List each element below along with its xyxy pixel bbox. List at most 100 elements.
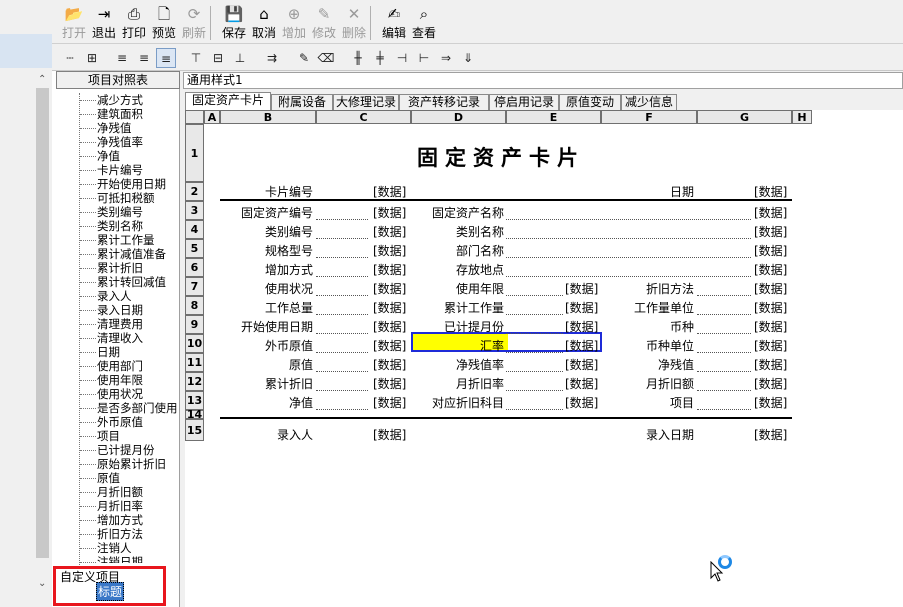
row-header[interactable]: 8 [185, 296, 204, 315]
tree-item[interactable]: 累计工作量 [97, 233, 180, 247]
row-header[interactable]: 12 [185, 372, 204, 391]
toolbar-button-7[interactable]: ⊕ 增加 [278, 4, 310, 42]
tree-item[interactable]: 清理费用 [97, 317, 180, 331]
tree-item[interactable]: 录入日期 [97, 303, 180, 317]
toolbar-button-2[interactable]: ⎙ 打印 [118, 4, 150, 42]
tree-item[interactable]: 项目 [97, 429, 180, 443]
tab-0[interactable]: 固定资产卡片 [185, 92, 271, 111]
tree-item[interactable]: 月折旧率 [97, 499, 180, 513]
wrap-text-icon[interactable]: ⇉ [262, 48, 282, 68]
column-header[interactable]: D [411, 110, 506, 124]
tree-item[interactable]: 是否多部门使用 [97, 401, 180, 415]
column-header[interactable]: B [220, 110, 316, 124]
row-header[interactable]: 3 [185, 201, 204, 220]
tree-item[interactable]: 使用部门 [97, 359, 180, 373]
tree-item[interactable]: 使用状况 [97, 387, 180, 401]
toolbar-button-8[interactable]: ✎ 修改 [308, 4, 340, 42]
tab-1[interactable]: 附属设备 [271, 94, 333, 111]
tree-item[interactable]: 录入人 [97, 289, 180, 303]
valign-middle-icon[interactable]: ⊟ [208, 48, 228, 68]
tree-item[interactable]: 累计转回减值 [97, 275, 180, 289]
style-name-field[interactable]: 通用样式1 [183, 72, 903, 89]
row-header[interactable]: 14 [185, 408, 204, 421]
tree-item[interactable]: 折旧方法 [97, 527, 180, 541]
tree-item[interactable]: 清理收入 [97, 331, 180, 345]
column-header[interactable]: A [204, 110, 220, 124]
tree-item[interactable]: 类别名称 [97, 219, 180, 233]
row-header[interactable]: 10 [185, 334, 204, 353]
tree-item[interactable]: 建筑面积 [97, 107, 180, 121]
field-underline [506, 257, 751, 258]
field-label-b: 开始使用日期 [240, 320, 313, 334]
scroll-down-icon[interactable]: ⌄ [38, 578, 46, 589]
column-header[interactable]: C [316, 110, 411, 124]
toolbar-button-0[interactable]: 📂 打开 [58, 4, 90, 42]
row-header[interactable]: 4 [185, 220, 204, 239]
tree-item[interactable]: 增加方式 [97, 513, 180, 527]
tree-item[interactable]: 净残值率 [97, 135, 180, 149]
outer-left-scroll-thumb[interactable] [36, 88, 49, 558]
tab-5[interactable]: 原值变动 [559, 94, 621, 111]
tree-item[interactable]: 开始使用日期 [97, 177, 180, 191]
tree-item[interactable]: 减少方式 [97, 93, 180, 107]
border-dotted-icon[interactable]: ┄ [60, 48, 80, 68]
insert-row-icon[interactable]: ╪ [370, 48, 390, 68]
toolbar-button-1[interactable]: ⇥ 退出 [88, 4, 120, 42]
toolbar-button-9[interactable]: ✕ 删除 [338, 4, 370, 42]
tab-6[interactable]: 减少信息 [621, 94, 677, 111]
move-right-icon[interactable]: ⇒ [436, 48, 456, 68]
move-down-icon[interactable]: ⇓ [458, 48, 478, 68]
tree-item[interactable]: 累计折旧 [97, 261, 180, 275]
align-right-icon[interactable]: ≡ [156, 48, 176, 68]
row-header[interactable]: 6 [185, 258, 204, 277]
red-highlight-box [53, 566, 166, 606]
tree-item[interactable]: 外币原值 [97, 415, 180, 429]
row-header[interactable]: 1 [185, 124, 204, 182]
column-header[interactable]: G [697, 110, 792, 124]
pen-icon[interactable]: ✎ [294, 48, 314, 68]
tree-item[interactable]: 已计提月份 [97, 443, 180, 457]
align-left-icon[interactable]: ≡ [112, 48, 132, 68]
tree-item[interactable]: 累计减值准备 [97, 247, 180, 261]
grid-icon[interactable]: ⊞ [82, 48, 102, 68]
tree-item[interactable]: 使用年限 [97, 373, 180, 387]
merge-cell-icon[interactable]: ⊢ [414, 48, 434, 68]
split-cell-icon[interactable]: ⊣ [392, 48, 412, 68]
tree-item[interactable]: 原始累计折旧 [97, 457, 180, 471]
tree-item[interactable]: 可抵扣税额 [97, 191, 180, 205]
toolbar-button-5[interactable]: 💾 保存 [218, 4, 250, 42]
tree-item[interactable]: 类别编号 [97, 205, 180, 219]
toolbar-button-3[interactable]: 🗋 预览 [148, 4, 180, 42]
column-header[interactable]: H [792, 110, 812, 124]
tab-2[interactable]: 大修理记录 [333, 94, 399, 111]
tree-item[interactable]: 注销日期 [97, 555, 180, 563]
tree-item[interactable]: 卡片编号 [97, 163, 180, 177]
row-header[interactable]: 9 [185, 315, 204, 334]
tree-item[interactable]: 日期 [97, 345, 180, 359]
toolbar-button-11[interactable]: ⌕ 查看 [408, 4, 440, 42]
insert-column-icon[interactable]: ╫ [348, 48, 368, 68]
valign-bottom-icon[interactable]: ⊥ [230, 48, 250, 68]
row-header[interactable]: 2 [185, 182, 204, 201]
tree-item[interactable]: 净值 [97, 149, 180, 163]
column-header[interactable]: E [506, 110, 601, 124]
row-header[interactable]: 5 [185, 239, 204, 258]
scroll-up-icon[interactable]: ⌃ [38, 74, 46, 85]
eraser-icon[interactable]: ⌫ [316, 48, 336, 68]
toolbar-button-6[interactable]: ⌂ 取消 [248, 4, 280, 42]
card-number-label: 卡片编号 [264, 185, 313, 199]
tab-3[interactable]: 资产转移记录 [399, 94, 489, 111]
row-header[interactable]: 11 [185, 353, 204, 372]
row-header[interactable]: 15 [185, 419, 204, 441]
tree-item[interactable]: 注销人 [97, 541, 180, 555]
toolbar-button-4[interactable]: ⟳ 刷新 [178, 4, 210, 42]
valign-top-icon[interactable]: ⊤ [186, 48, 206, 68]
tree-item[interactable]: 月折旧额 [97, 485, 180, 499]
align-center-icon[interactable]: ≡ [134, 48, 154, 68]
row-header[interactable]: 7 [185, 277, 204, 296]
tree-item[interactable]: 原值 [97, 471, 180, 485]
tree-item[interactable]: 净残值 [97, 121, 180, 135]
tab-4[interactable]: 停启用记录 [489, 94, 559, 111]
toolbar-button-10[interactable]: ✍ 编辑 [378, 4, 410, 42]
column-header[interactable]: F [601, 110, 697, 124]
